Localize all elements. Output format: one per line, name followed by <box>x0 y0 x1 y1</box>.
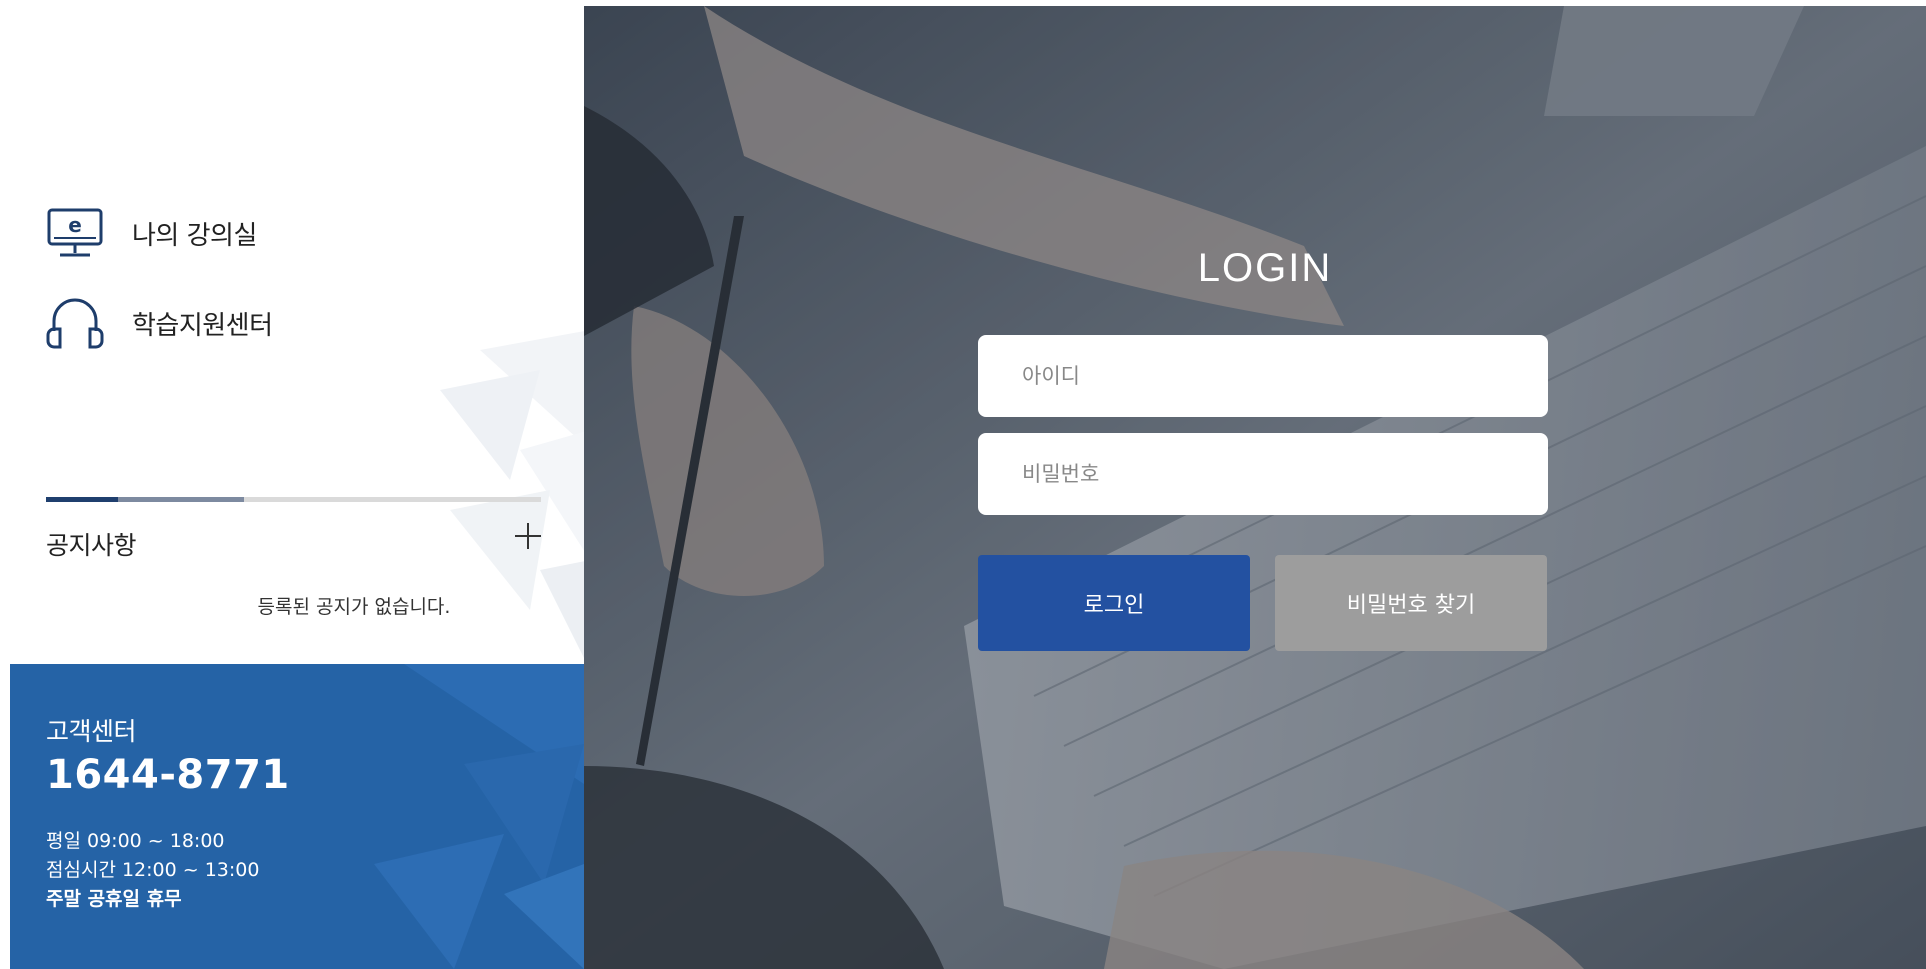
learning-support-center-label: 학습지원센터 <box>132 310 273 341</box>
left-panel: e 나의 강의실 학습지원센터 공지사항 등록된 공지가 없습니다. 고객센터 … <box>0 0 584 969</box>
user-id-input[interactable] <box>978 335 1548 417</box>
headset-icon <box>46 295 106 351</box>
login-hero: LOGIN 로그인 비밀번호 찾기 <box>584 6 1926 969</box>
customer-center-pattern <box>374 664 584 969</box>
login-button[interactable]: 로그인 <box>978 555 1250 651</box>
notice-divider <box>46 497 541 502</box>
password-input[interactable] <box>978 433 1548 515</box>
customer-center-hours: 평일 09:00 ~ 18:00 점심시간 12:00 ~ 13:00 주말 공… <box>46 827 259 914</box>
login-title: LOGIN <box>1197 246 1333 290</box>
customer-center-phone: 1644-8771 <box>46 752 290 798</box>
weekday-hours: 평일 09:00 ~ 18:00 <box>46 830 225 852</box>
lunch-hours: 점심시간 12:00 ~ 13:00 <box>46 859 260 881</box>
notice-more-button[interactable] <box>510 518 546 554</box>
e-learning-monitor-icon: e <box>46 205 106 261</box>
notice-empty-message: 등록된 공지가 없습니다. <box>257 596 451 618</box>
learning-support-center-link[interactable]: 학습지원센터 <box>46 295 273 351</box>
plus-icon <box>515 523 541 549</box>
my-classroom-link[interactable]: e 나의 강의실 <box>46 205 257 261</box>
customer-center-box: 고객센터 1644-8771 평일 09:00 ~ 18:00 점심시간 12:… <box>10 664 584 969</box>
notice-title: 공지사항 <box>46 531 137 560</box>
my-classroom-label: 나의 강의실 <box>132 220 257 251</box>
customer-center-title: 고객센터 <box>46 717 137 746</box>
find-password-button[interactable]: 비밀번호 찾기 <box>1275 555 1547 651</box>
holiday-closed: 주말 공휴일 휴무 <box>46 888 182 910</box>
svg-text:e: e <box>68 213 82 237</box>
